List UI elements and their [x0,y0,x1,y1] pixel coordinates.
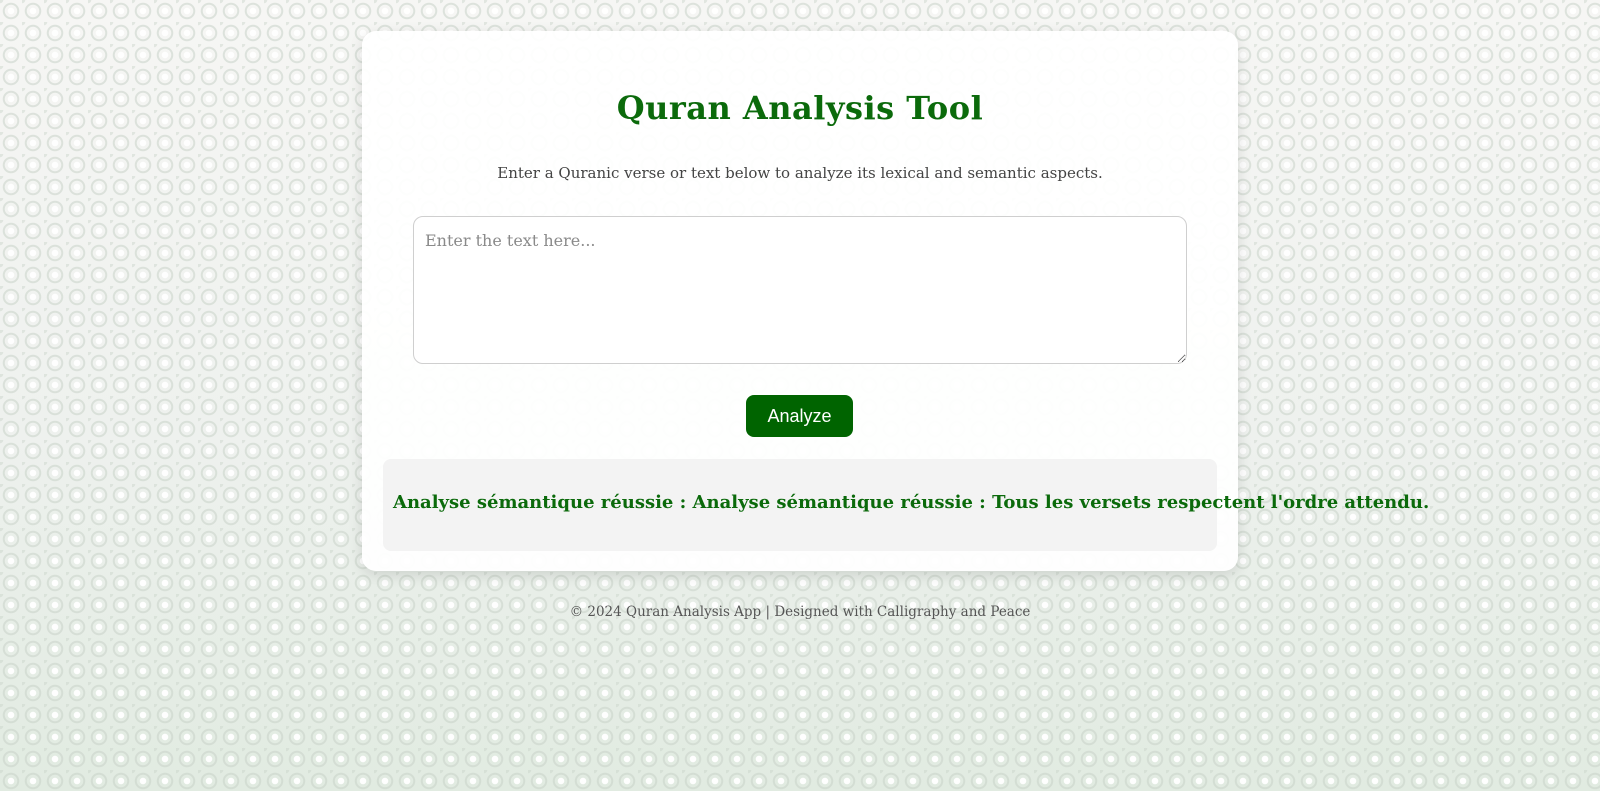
text-input[interactable] [413,216,1187,364]
result-panel: Analyse sémantique réussie : Analyse sém… [383,459,1429,551]
analysis-card: Quran Analysis Tool Enter a Quranic vers… [362,31,1429,571]
analyze-button[interactable]: Analyze [746,395,853,437]
result-message: Analyse sémantique réussie : Analyse sém… [393,492,1430,513]
footer-text: © 2024 Quran Analysis App | Designed wit… [569,604,1031,620]
page-subtitle: Enter a Quranic verse or text below to a… [497,164,1103,182]
page-title: Quran Analysis Tool [616,89,984,127]
